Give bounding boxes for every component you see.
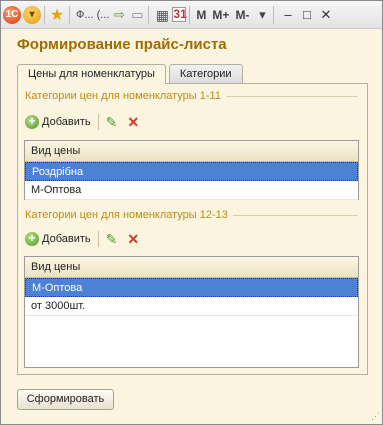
table-row[interactable]: М-Оптова <box>25 278 358 297</box>
tab-panel: Категории цен для номенклатуры 1-11 + До… <box>17 83 368 375</box>
toolbar-separator <box>273 5 275 24</box>
document-icon[interactable]: ▭ <box>129 7 145 23</box>
close-button[interactable]: ✕ <box>317 7 334 23</box>
main-menu-button[interactable]: ▾ <box>23 4 41 26</box>
toolbar-separator <box>97 114 99 130</box>
delete-x-icon[interactable]: ✕ <box>127 231 139 248</box>
section-toolbar: + Добавить ✎ ✕ <box>25 112 139 132</box>
memory-minus-button[interactable]: M- <box>235 8 249 22</box>
memory-m-button[interactable]: M <box>196 8 206 22</box>
tab-categories[interactable]: Категории <box>168 64 243 83</box>
section-divider <box>225 95 358 97</box>
table-row[interactable]: М-Оптова <box>25 181 358 200</box>
tab-price-for-nomenclature[interactable]: Цены для номенклатуры <box>17 64 166 84</box>
toolbar-separator <box>189 5 191 24</box>
price-grid-1-11[interactable]: Вид цены Роздрібна М-Оптова <box>24 140 359 200</box>
1c-logo-icon: 1С <box>3 5 21 24</box>
delete-x-icon[interactable]: ✕ <box>127 114 139 131</box>
edit-pencil-icon[interactable]: ✎ <box>106 114 118 131</box>
add-button-label: Добавить <box>42 116 91 128</box>
window-title: Ф... (... <box>76 8 110 21</box>
minimize-button[interactable]: – <box>279 7 296 22</box>
edit-pencil-icon[interactable]: ✎ <box>106 231 118 248</box>
price-grid-12-13[interactable]: Вид цены М-Оптова от 3000шт. <box>24 256 359 368</box>
star-icon[interactable]: ★ <box>48 5 66 25</box>
plus-icon: + <box>25 115 39 129</box>
calculator-icon[interactable]: ▦ <box>154 7 170 23</box>
plus-icon: + <box>25 232 39 246</box>
table-row[interactable]: от 3000шт. <box>25 297 358 316</box>
toolbar-separator <box>97 231 99 247</box>
form-title: Формирование прайс-листа <box>17 36 227 53</box>
table-row[interactable]: Роздрібна <box>25 162 358 181</box>
section-divider <box>232 214 358 216</box>
column-header-price-type[interactable]: Вид цены <box>25 141 358 162</box>
app-logo-button[interactable]: 1С <box>3 4 21 26</box>
title-bar: 1С ▾ ★ Ф... (... ⇨ ▭ ▦ 31 M M+ M- ▾ – □ … <box>1 1 382 29</box>
maximize-button[interactable]: □ <box>298 7 315 22</box>
toolbar-separator <box>69 5 70 24</box>
add-button[interactable]: + Добавить <box>25 232 91 246</box>
toolbar-separator <box>148 5 150 24</box>
form-window: 1С ▾ ★ Ф... (... ⇨ ▭ ▦ 31 M M+ M- ▾ – □ … <box>0 0 383 425</box>
chevron-down-icon[interactable]: ▾ <box>254 7 270 23</box>
section-title-text: Категории цен для номенклатуры 1-11 <box>25 90 221 102</box>
section-toolbar: + Добавить ✎ ✕ <box>25 229 139 249</box>
chevron-down-icon: ▾ <box>23 5 41 24</box>
memory-plus-button[interactable]: M+ <box>212 8 229 22</box>
section-title-1-11: Категории цен для номенклатуры 1-11 <box>25 90 358 102</box>
calendar-icon[interactable]: 31 <box>172 7 187 22</box>
generate-button[interactable]: Сформировать <box>17 389 114 410</box>
go-to-icon[interactable]: ⇨ <box>111 7 127 23</box>
resize-grip-icon[interactable]: ⋰ <box>371 411 380 422</box>
column-header-price-type[interactable]: Вид цены <box>25 257 358 278</box>
section-title-12-13: Категории цен для номенклатуры 12-13 <box>25 209 358 221</box>
toolbar-separator <box>44 5 45 24</box>
add-button[interactable]: + Добавить <box>25 115 91 129</box>
add-button-label: Добавить <box>42 233 91 245</box>
tab-bar: Цены для номенклатуры Категории <box>17 64 246 84</box>
section-title-text: Категории цен для номенклатуры 12-13 <box>25 209 228 221</box>
